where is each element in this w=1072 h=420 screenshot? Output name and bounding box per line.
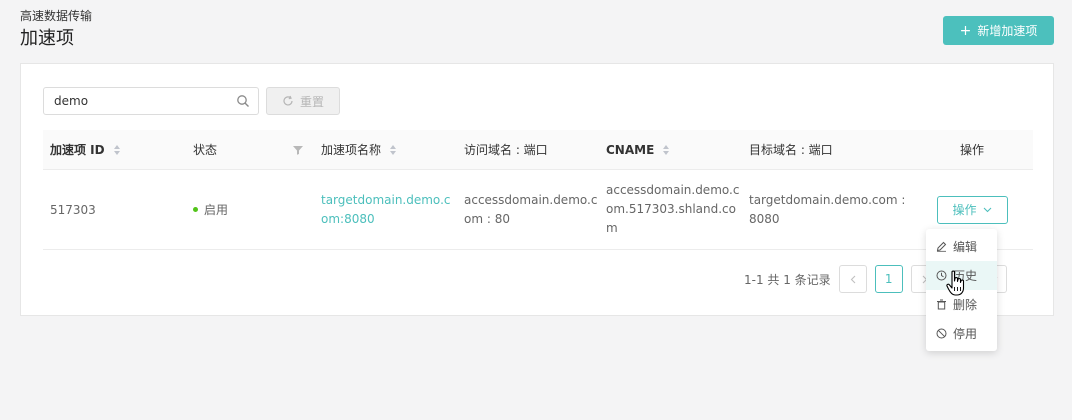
status-label: 启用 <box>204 203 229 217</box>
breadcrumb: 高速数据传输 <box>20 9 93 23</box>
hand-cursor-icon <box>946 270 965 296</box>
chevron-down-icon <box>983 207 991 212</box>
column-header-actions: 操作 <box>959 143 984 157</box>
page-title: 加速项 <box>20 28 74 49</box>
column-header-status: 状态 <box>186 141 313 158</box>
accelerator-table: 加速项 ID 状态 加速项名称 访问域名 : 端口 CNAME 目标域名: 端… <box>43 130 1033 250</box>
table-header: 加速项 ID 状态 加速项名称 访问域名 : 端口 CNAME 目标域名: 端… <box>43 130 1033 170</box>
search-box <box>43 87 259 115</box>
edit-icon <box>936 241 947 252</box>
actions-label: 操作 <box>952 203 977 217</box>
add-accelerator-label: 新增加速项 <box>977 24 1038 38</box>
reset-label: 重置 <box>299 94 324 109</box>
trash-icon <box>937 299 946 310</box>
sort-icon[interactable] <box>389 144 397 156</box>
cell-access-domain: accessdomain.demo.com : 80 <box>464 192 598 226</box>
ban-icon <box>936 328 947 339</box>
table-row: 517303 启用 targetdomain.demo.com:8080 acc… <box>43 170 1033 250</box>
column-header-access: 访问域名 : 端口 <box>464 143 548 157</box>
status-badge: 启用 <box>193 201 228 218</box>
menu-item-disable[interactable]: 停用 <box>926 319 997 348</box>
prev-page-button[interactable] <box>838 265 867 293</box>
page-header: 高速数据传输 加速项 <box>20 8 92 50</box>
cell-id: 517303 <box>50 202 96 217</box>
column-header-cname-label: CNAME <box>606 142 655 157</box>
accelerator-name-link[interactable]: targetdomain.demo.com:8080 <box>313 191 456 229</box>
column-header-target: 目标域名 : 端口 <box>749 143 833 157</box>
cell-cname: accessdomain.demo.com.517303.shland.com <box>606 183 740 235</box>
sort-icon[interactable] <box>113 144 121 156</box>
content-card: 重置 加速项 ID 状态 加速项名称 访问域名 : 端口 <box>20 63 1054 316</box>
menu-item-delete-label: 删除 <box>953 298 978 312</box>
actions-dropdown-button[interactable]: 操作 <box>936 195 1008 224</box>
plus-icon: + <box>959 22 972 39</box>
column-header-name-label: 加速项名称 <box>321 143 382 157</box>
pagination-summary: 1-1 共 1 条记录 <box>744 272 831 287</box>
column-header-id[interactable]: 加速项 ID <box>43 141 186 158</box>
column-header-id-label: 加速项 ID <box>50 143 105 157</box>
cell-status: 启用 <box>186 201 313 218</box>
cell-target-domain: targetdomain.demo.com : 8080 <box>749 192 906 226</box>
menu-item-edit[interactable]: 编辑 <box>926 232 997 261</box>
reset-button[interactable]: 重置 <box>266 87 340 115</box>
menu-item-disable-label: 停用 <box>953 327 978 341</box>
filter-icon[interactable] <box>293 145 303 155</box>
column-header-status-label: 状态 <box>193 143 218 157</box>
column-header-name[interactable]: 加速项名称 <box>313 141 456 158</box>
page-button[interactable]: 1 <box>874 265 903 293</box>
refresh-icon <box>283 95 293 106</box>
status-dot-icon <box>193 207 198 212</box>
column-header-cname[interactable]: CNAME <box>598 143 741 157</box>
menu-item-edit-label: 编辑 <box>953 240 978 254</box>
add-accelerator-button[interactable]: + 新增加速项 <box>943 16 1054 45</box>
search-icon[interactable] <box>236 94 250 108</box>
search-input[interactable] <box>44 88 224 114</box>
chevron-left-icon <box>850 275 856 283</box>
cell-actions: 操作 <box>911 195 1033 224</box>
sort-icon[interactable] <box>662 144 670 156</box>
